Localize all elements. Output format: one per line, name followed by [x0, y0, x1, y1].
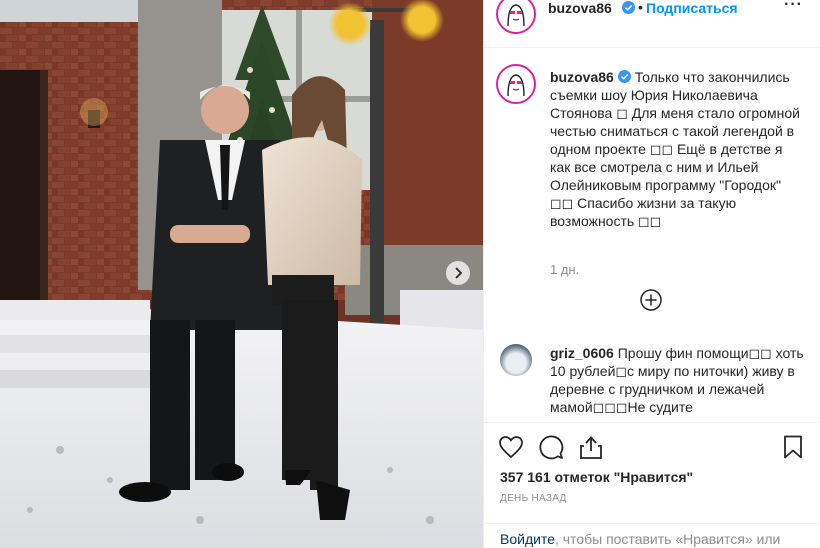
next-photo-button[interactable] [446, 261, 470, 285]
post-caption: buzova86 Только что закончились съемки ш… [484, 57, 820, 332]
separator-dot: • [638, 0, 643, 15]
comment-body: griz_0606 Прошу фин помощи◻◻ хоть 10 руб… [550, 344, 812, 416]
post-header: buzova86 • Подписаться ··· [484, 0, 820, 48]
verified-badge-icon [622, 1, 635, 14]
caption-time[interactable]: 1 дн. [550, 262, 579, 277]
author-username[interactable]: buzova86 [548, 0, 612, 16]
likes-count[interactable]: 357 161 отметок "Нравится" [500, 469, 693, 485]
comment-item: griz_0606 Прошу фин помощи◻◻ хоть 10 руб… [484, 338, 820, 420]
login-link[interactable]: Войдите [500, 531, 555, 547]
post-side-panel: buzova86 • Подписаться ··· buzova86 Толь… [483, 0, 820, 548]
more-options-icon[interactable]: ··· [784, 0, 803, 14]
caption-author-avatar[interactable] [496, 64, 536, 104]
heart-icon[interactable] [498, 434, 524, 460]
caption-text: Только что закончились съемки шоу Юрия Н… [550, 69, 800, 229]
avatar-portrait-icon [507, 4, 525, 27]
follow-button[interactable]: Подписаться [646, 0, 738, 16]
chevron-right-icon [455, 267, 463, 279]
avatar-portrait-icon [507, 74, 525, 97]
post-date[interactable]: День назад [500, 493, 567, 504]
commenter-avatar[interactable] [500, 344, 532, 376]
photo-image [0, 0, 483, 548]
post-actions: 357 161 отметок "Нравится" День назад Во… [484, 422, 820, 548]
author-avatar[interactable] [496, 0, 536, 34]
login-prompt: Войдите, чтобы поставить «Нравится» или [484, 523, 820, 548]
caption-body: buzova86 Только что закончились съемки ш… [550, 68, 800, 230]
share-icon[interactable] [578, 434, 604, 460]
plus-circle-icon[interactable] [640, 289, 662, 311]
caption-username[interactable]: buzova86 [550, 69, 614, 85]
verified-badge-icon [617, 70, 631, 83]
bookmark-icon[interactable] [780, 434, 806, 460]
comment-icon[interactable] [538, 434, 564, 460]
login-prompt-text: , чтобы поставить «Нравится» или [554, 531, 781, 547]
post-photo[interactable] [0, 0, 483, 548]
commenter-username[interactable]: griz_0606 [550, 345, 614, 361]
